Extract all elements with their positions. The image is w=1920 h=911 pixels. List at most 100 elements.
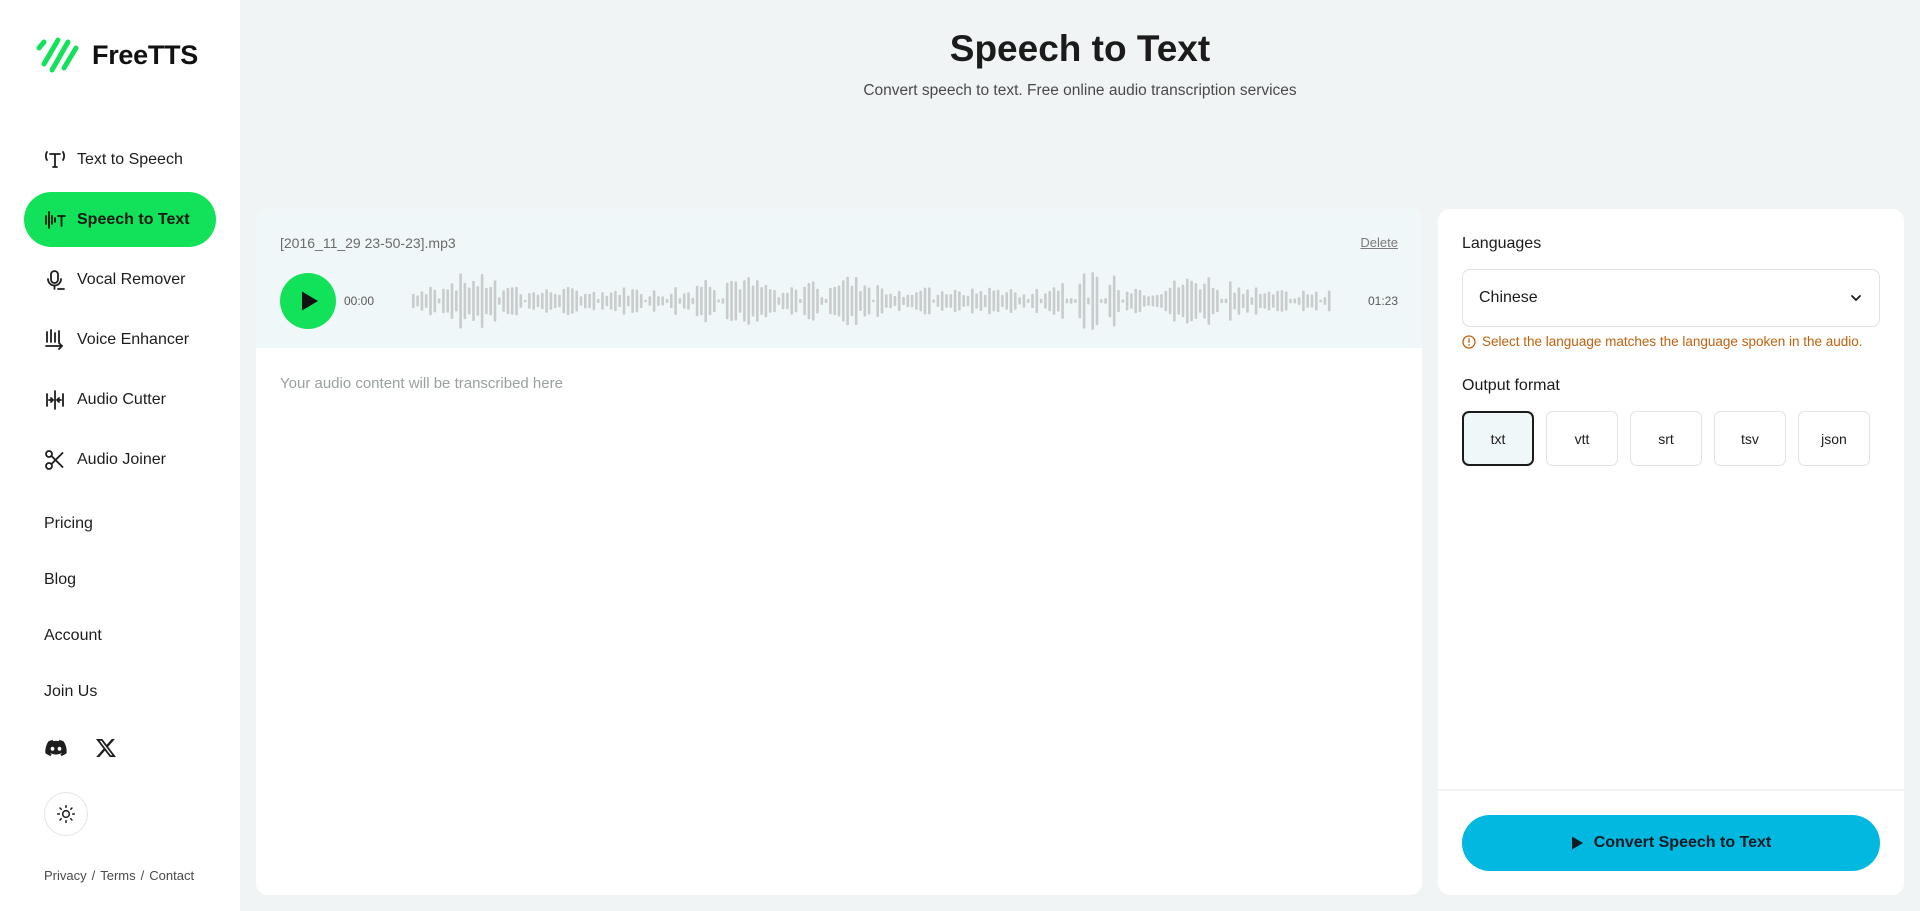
waveform-bar bbox=[691, 297, 695, 305]
waveform-bar bbox=[992, 290, 996, 312]
terms-link[interactable]: Terms bbox=[100, 868, 135, 883]
waveform-bar bbox=[1280, 290, 1284, 312]
waveform-bar bbox=[566, 287, 570, 316]
waveform-bar bbox=[635, 289, 639, 313]
microphone-icon bbox=[43, 268, 67, 292]
waveform-bar bbox=[437, 298, 441, 304]
waveform-bar bbox=[799, 298, 802, 304]
waveform-bar bbox=[889, 293, 892, 309]
waveform-bar bbox=[1250, 297, 1254, 305]
waveform-bar bbox=[1100, 299, 1103, 303]
waveform-bar bbox=[807, 282, 811, 320]
convert-button[interactable]: Convert Speech to Text bbox=[1462, 815, 1880, 871]
blog-link[interactable]: Blog bbox=[44, 560, 102, 616]
chevron-down-icon bbox=[1851, 295, 1861, 302]
waveform-bar bbox=[687, 292, 690, 310]
waveform-bar bbox=[1198, 289, 1202, 313]
waveform-bar bbox=[743, 280, 746, 322]
waveform-bar bbox=[1203, 283, 1206, 319]
waveform-bar bbox=[412, 293, 415, 309]
waveform-bar bbox=[652, 290, 656, 312]
sidebar-item-label: Audio Joiner bbox=[77, 450, 166, 468]
format-option-txt[interactable]: txt bbox=[1462, 411, 1534, 466]
waveform-bar bbox=[764, 284, 768, 318]
scissors-icon bbox=[43, 448, 67, 472]
sidebar-item-text-to-speech[interactable]: Text to Speech bbox=[24, 132, 216, 187]
waveform-bar bbox=[592, 291, 596, 311]
waveform-bar bbox=[416, 295, 419, 307]
waveform-bar bbox=[1052, 287, 1056, 315]
social-links bbox=[44, 736, 118, 765]
waveform-bar bbox=[485, 287, 488, 315]
language-value: Chinese bbox=[1479, 289, 1538, 306]
waveform-bar bbox=[1246, 289, 1249, 313]
waveform-bar bbox=[459, 273, 462, 329]
waveform-bar bbox=[455, 290, 458, 312]
waveform-bar bbox=[983, 294, 987, 308]
enhance-icon bbox=[43, 328, 67, 352]
format-option-tsv[interactable]: tsv bbox=[1714, 411, 1786, 466]
sidebar-item-voice-enhancer[interactable]: Voice Enhancer bbox=[24, 312, 216, 367]
x-icon[interactable] bbox=[94, 736, 118, 765]
account-link[interactable]: Account bbox=[44, 616, 102, 672]
pricing-link[interactable]: Pricing bbox=[44, 504, 102, 560]
theme-toggle-button[interactable] bbox=[44, 792, 88, 836]
format-option-json[interactable]: json bbox=[1798, 411, 1870, 466]
logo[interactable]: FreeTTS bbox=[36, 34, 198, 76]
waveform-bar bbox=[1310, 294, 1314, 308]
language-select[interactable]: Chinese bbox=[1462, 269, 1880, 327]
waveform-bar bbox=[966, 295, 970, 307]
waveform-bar bbox=[867, 287, 871, 315]
sidebar-item-audio-cutter[interactable]: Audio Cutter bbox=[24, 372, 216, 427]
format-option-srt[interactable]: srt bbox=[1630, 411, 1702, 466]
audio-player: [2016_11_29 23-50-23].mp3 Delete 00:00 0… bbox=[256, 209, 1422, 348]
waveform-bar bbox=[1057, 290, 1060, 312]
privacy-link[interactable]: Privacy bbox=[44, 868, 87, 883]
waveform-bar bbox=[1112, 275, 1116, 327]
waveform-bar bbox=[781, 292, 785, 310]
waveform-bar bbox=[661, 296, 664, 306]
join-us-link[interactable]: Join Us bbox=[44, 672, 102, 728]
delete-button[interactable]: Delete bbox=[1360, 235, 1398, 250]
waveform-bar bbox=[1018, 297, 1021, 305]
sidebar-item-vocal-remover[interactable]: Vocal Remover bbox=[24, 252, 216, 307]
waveform-bar bbox=[975, 293, 978, 309]
page-subtitle: Convert speech to text. Free online audi… bbox=[863, 82, 1297, 99]
waveform-bar bbox=[811, 281, 815, 321]
waveform-bar bbox=[876, 285, 879, 317]
info-icon bbox=[1462, 334, 1476, 349]
waveform-bar bbox=[940, 291, 944, 311]
waveform-bar bbox=[1125, 291, 1129, 311]
transcript-output[interactable]: Your audio content will be transcribed h… bbox=[280, 375, 563, 392]
waveform-bar bbox=[1147, 296, 1150, 306]
waveform-bar bbox=[786, 292, 789, 310]
waveform-bar bbox=[618, 294, 621, 308]
waveform-bar bbox=[773, 289, 776, 313]
waveform-bar bbox=[450, 283, 454, 319]
waveform-bar bbox=[442, 288, 445, 314]
format-option-vtt[interactable]: vtt bbox=[1546, 411, 1618, 466]
waveform-bar bbox=[1009, 289, 1013, 313]
waveform-bar bbox=[695, 285, 699, 317]
waveform-bar bbox=[1220, 298, 1223, 304]
waveform-bar bbox=[1022, 294, 1026, 308]
waveform-bar bbox=[429, 286, 432, 316]
play-button[interactable] bbox=[280, 273, 336, 329]
waveform-bar bbox=[601, 292, 604, 310]
contact-link[interactable]: Contact bbox=[149, 868, 194, 883]
discord-icon[interactable] bbox=[44, 736, 68, 765]
waveform[interactable] bbox=[412, 269, 1336, 333]
waveform-bar bbox=[532, 292, 535, 310]
waveform-bar bbox=[725, 282, 729, 320]
waveform-bar bbox=[936, 294, 940, 307]
waveform-bar bbox=[571, 288, 574, 314]
text-icon bbox=[43, 148, 67, 172]
sidebar-item-speech-to-text[interactable]: Speech to Text bbox=[24, 192, 216, 247]
waveform-bar bbox=[1082, 273, 1086, 329]
waveform-bar bbox=[1039, 298, 1043, 304]
sidebar-item-audio-joiner[interactable]: Audio Joiner bbox=[24, 432, 216, 487]
waveform-bar bbox=[579, 296, 583, 306]
waveform-bar bbox=[670, 293, 673, 309]
waveform-bar bbox=[575, 290, 578, 312]
waveform-bar bbox=[971, 288, 974, 314]
